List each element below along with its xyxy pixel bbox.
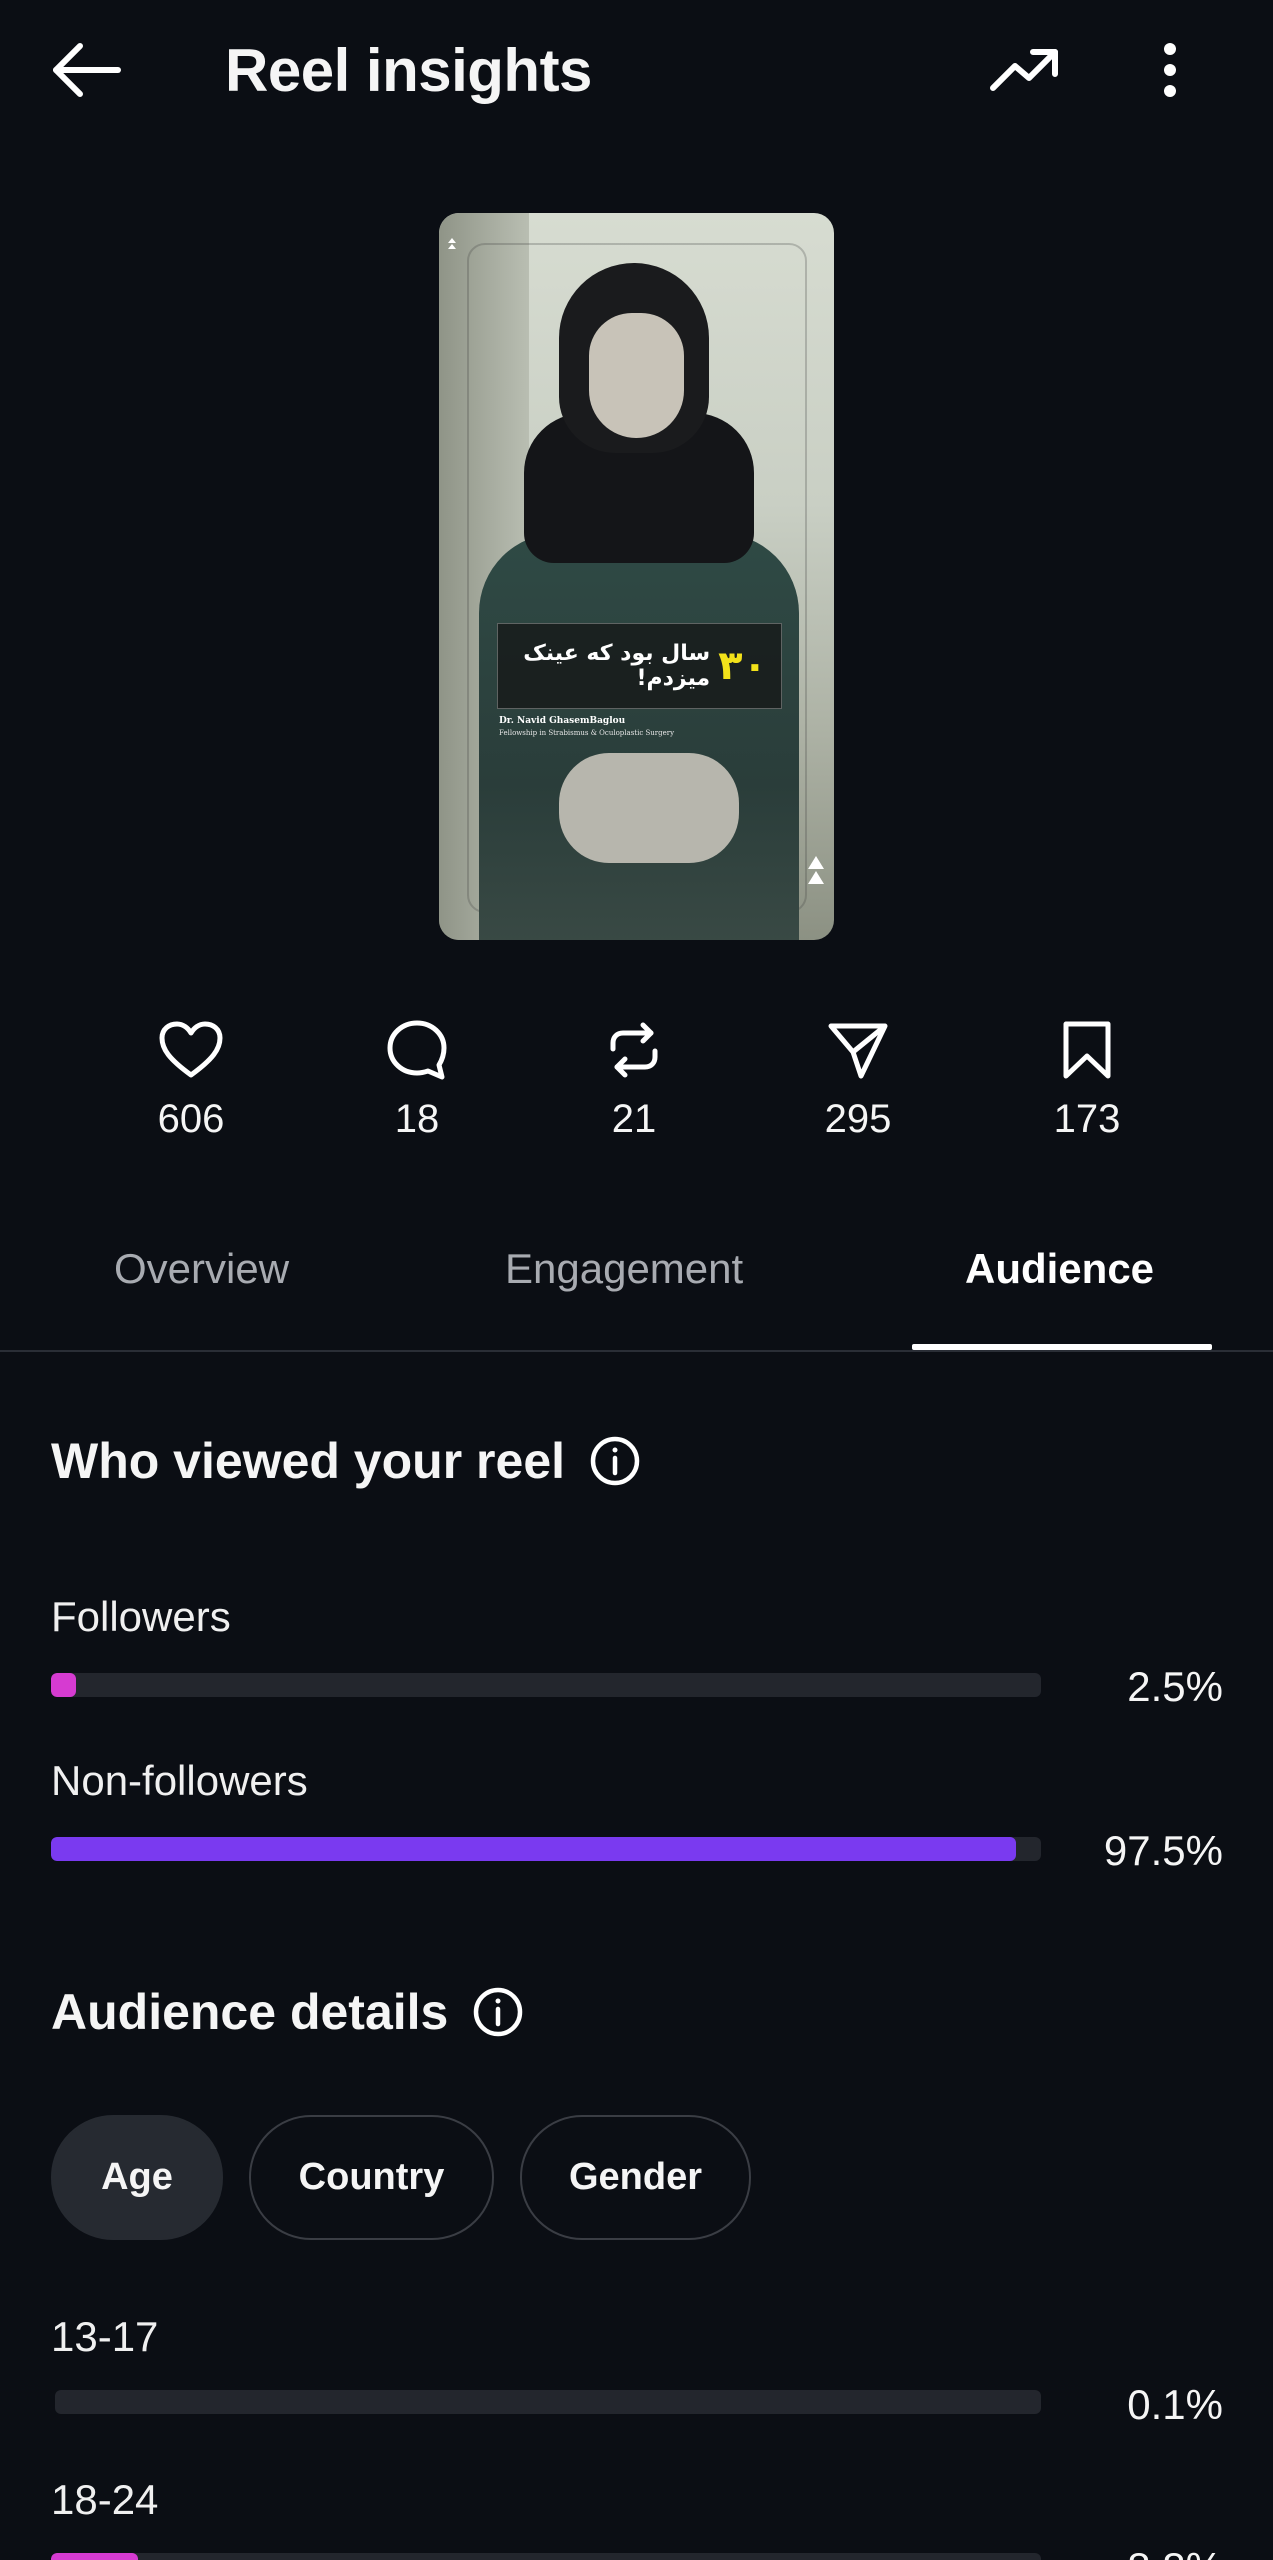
who-viewed-title-text: Who viewed your reel: [51, 1433, 566, 1489]
more-options-button[interactable]: [1140, 36, 1200, 108]
bookmark-icon: [1017, 1015, 1157, 1085]
credit-name: Dr. Navid GhasemBaglou: [499, 716, 626, 726]
reel-thumbnail[interactable]: ۳۰ سال بود که عینک میزدم! Dr. Navid Ghas…: [439, 213, 834, 940]
corner-logo-icon: [447, 237, 457, 249]
age-13-17-percent: 0.1%: [1127, 2381, 1223, 2428]
arrow-left-icon: [50, 42, 122, 103]
age-18-24-percent: 8.8%: [1127, 2544, 1223, 2560]
age-18-24-bar: [51, 2553, 1041, 2560]
thumbnail-caption: ۳۰ سال بود که عینک میزدم!: [497, 623, 782, 709]
age-13-17-bar: [55, 2390, 1041, 2414]
non-followers-label: Non-followers: [51, 1757, 308, 1804]
chip-gender[interactable]: Gender: [520, 2115, 751, 2240]
tab-overview[interactable]: Overview: [114, 1245, 289, 1293]
credit-title: Fellowship in Strabismus & Oculoplastic …: [499, 729, 675, 737]
chip-country[interactable]: Country: [249, 2115, 494, 2240]
trending-up-icon: [989, 46, 1061, 99]
stat-saves: 173: [1017, 1015, 1157, 1142]
non-followers-bar-fill: [51, 1837, 1017, 1861]
audience-details-title-text: Audience details: [51, 1984, 449, 2040]
caption-text: سال بود که عینک میزدم!: [523, 641, 711, 691]
watermark-logo-icon: [806, 856, 826, 886]
followers-bar: [51, 1673, 1041, 1697]
info-icon[interactable]: [589, 1435, 641, 1487]
tab-audience[interactable]: Audience: [965, 1245, 1154, 1293]
shares-count: 295: [824, 1097, 892, 1141]
back-button[interactable]: [46, 36, 126, 108]
heart-icon: [121, 1015, 261, 1085]
stat-likes: 606: [121, 1015, 261, 1142]
age-18-24-label: 18-24: [51, 2476, 159, 2523]
top-app-bar: Reel insights: [0, 0, 1273, 150]
tab-engagement[interactable]: Engagement: [505, 1245, 743, 1293]
age-13-17-label: 13-17: [51, 2313, 159, 2360]
non-followers-bar: [51, 1837, 1041, 1861]
reposts-count: 21: [611, 1097, 657, 1141]
thumbnail-figure-hands: [559, 753, 739, 863]
stat-shares: 295: [788, 1015, 928, 1142]
age-18-24-bar-fill: [51, 2553, 139, 2560]
followers-percent: 2.5%: [1127, 1663, 1223, 1710]
stat-comments: 18: [347, 1015, 487, 1142]
non-followers-percent: 97.5%: [1103, 1827, 1223, 1874]
audience-details-section-title: Audience details: [51, 1983, 524, 2041]
more-vertical-icon: [1163, 42, 1177, 103]
likes-count: 606: [157, 1097, 225, 1141]
caption-number: ۳۰: [718, 644, 767, 688]
info-icon[interactable]: [472, 1986, 524, 2038]
stat-reposts: 21: [564, 1015, 704, 1142]
thumbnail-figure-face: [589, 313, 684, 438]
chip-age[interactable]: Age: [51, 2115, 223, 2240]
tabs-divider: [0, 1350, 1273, 1352]
saves-count: 173: [1053, 1097, 1121, 1141]
page-title: Reel insights: [225, 37, 592, 104]
comment-icon: [347, 1015, 487, 1085]
followers-bar-fill: [51, 1673, 76, 1697]
share-icon: [788, 1015, 928, 1085]
comments-count: 18: [394, 1097, 440, 1141]
followers-label: Followers: [51, 1593, 231, 1640]
reel-insights-screen: Reel insights ۳۰ سال بود که عینک میزدم! …: [0, 0, 1273, 2560]
repost-icon: [564, 1015, 704, 1085]
trends-button[interactable]: [980, 36, 1070, 108]
who-viewed-section-title: Who viewed your reel: [51, 1432, 641, 1490]
